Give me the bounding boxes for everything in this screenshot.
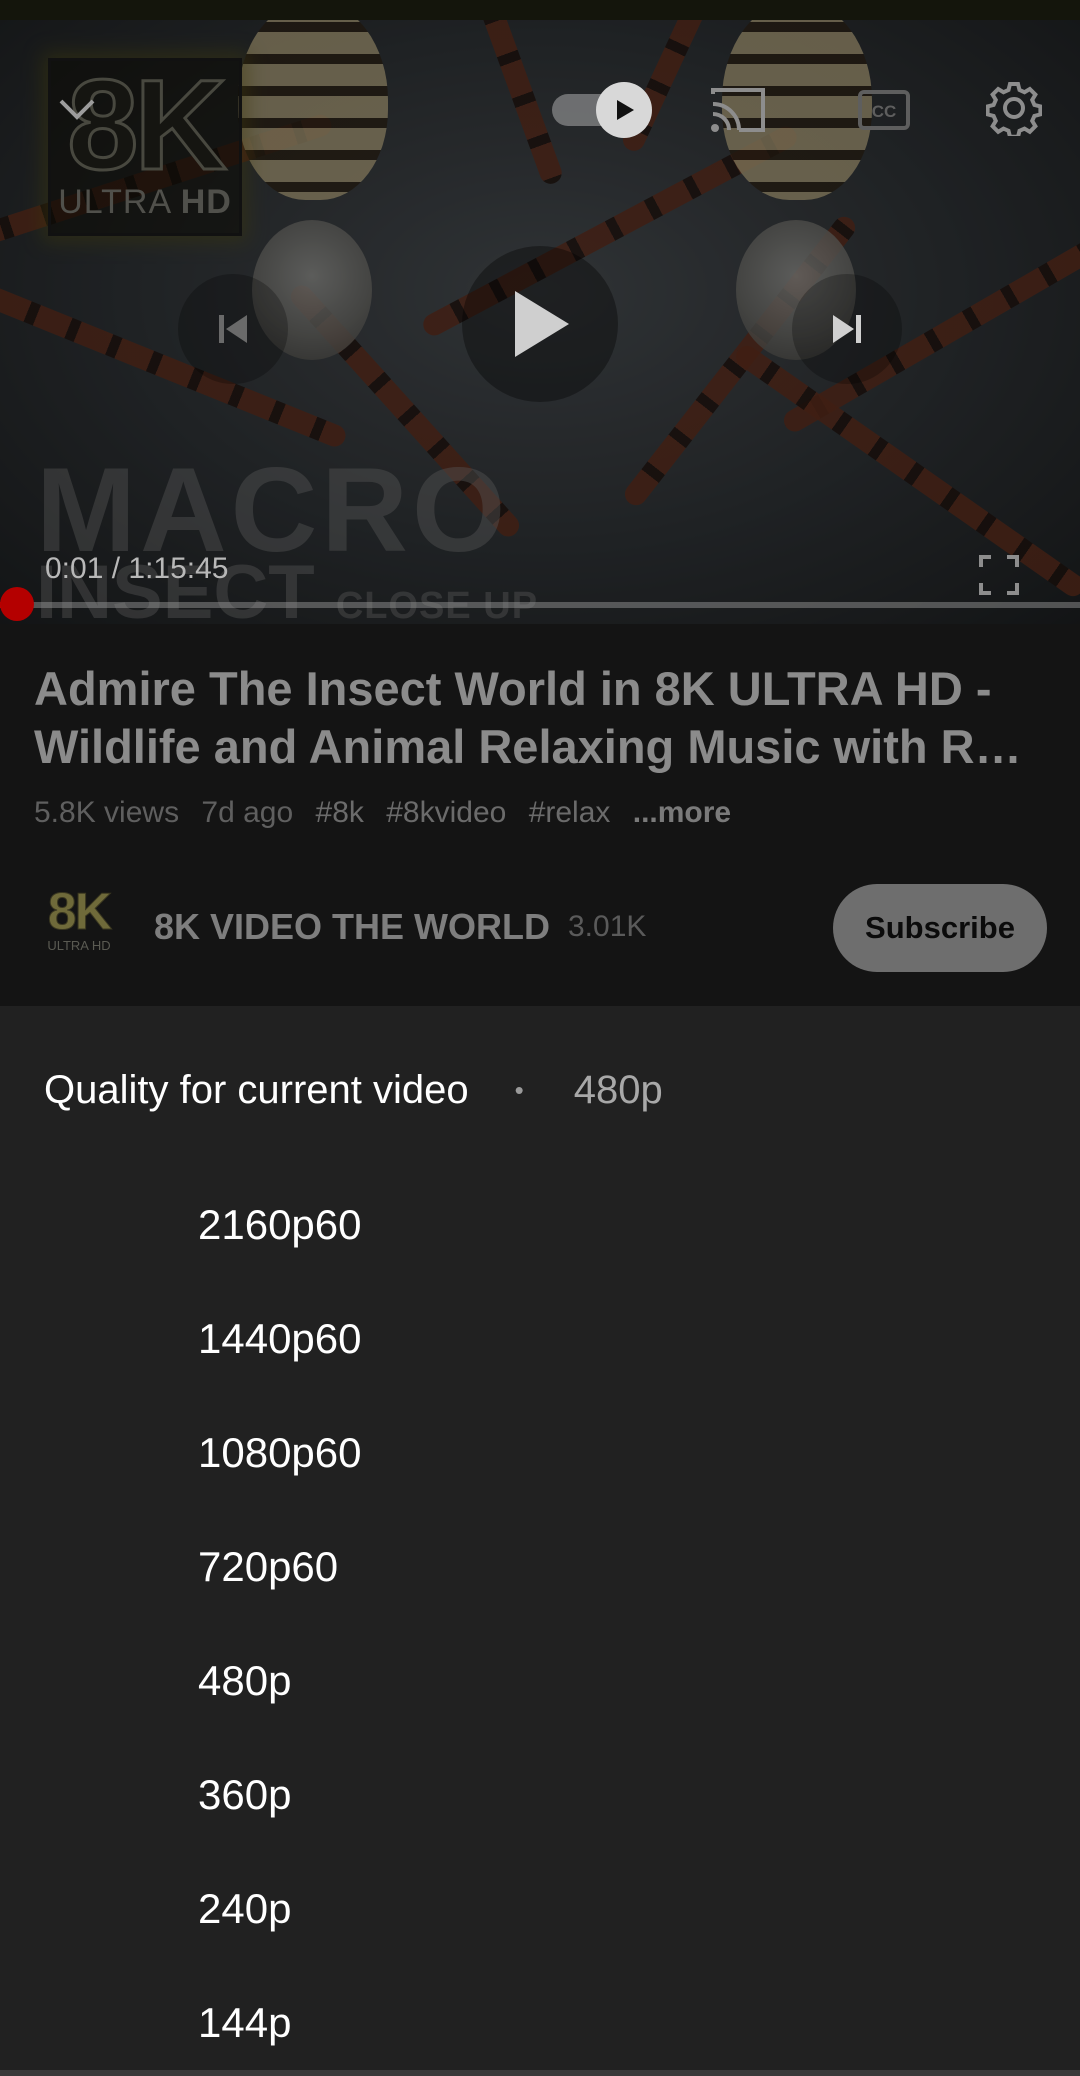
next-button[interactable] <box>792 274 902 384</box>
more-link[interactable]: ...more <box>633 796 731 829</box>
quality-sheet: Quality for current video • 480p 2160p60… <box>0 1006 1080 2070</box>
video-player[interactable]: 8K ULTRA HD MACRO INSECT CLOSE UP CC 0:0… <box>0 20 1080 624</box>
view-count: 5.8K views <box>34 796 180 829</box>
status-strip <box>0 0 1080 20</box>
play-button[interactable] <box>462 246 618 402</box>
svg-text:CC: CC <box>872 102 897 121</box>
video-title[interactable]: Admire The Insect World in 8K ULTRA HD -… <box>34 660 1044 776</box>
scrubber-handle[interactable] <box>0 587 34 621</box>
captions-button[interactable]: CC <box>856 82 912 138</box>
bottom-edge <box>0 2070 1080 2076</box>
current-quality: 480p <box>573 1067 663 1112</box>
quality-option[interactable]: 720p60 <box>0 1512 1080 1622</box>
settings-button[interactable] <box>984 78 1044 138</box>
hashtag[interactable]: #relax <box>529 796 611 829</box>
quality-header: Quality for current video • 480p <box>44 1060 663 1120</box>
quality-option[interactable]: 480p <box>0 1626 1080 1736</box>
playback-time: 0:01 / 1:15:45 <box>45 552 229 585</box>
quality-option[interactable]: 240p <box>0 1854 1080 1964</box>
channel-name[interactable]: 8K VIDEO THE WORLD <box>154 906 550 948</box>
play-icon <box>515 291 569 357</box>
progress-bar[interactable] <box>0 602 1080 608</box>
video-meta[interactable]: 5.8K views 7d ago #8k #8kvideo #relax ..… <box>34 796 745 830</box>
video-title-line-2: Wildlife and Animal Relaxing Music with … <box>34 720 1044 773</box>
autoplay-toggle[interactable] <box>552 82 652 138</box>
gear-icon <box>986 82 1042 136</box>
cast-icon <box>711 88 765 132</box>
subscribe-button[interactable]: Subscribe <box>833 884 1047 972</box>
channel-avatar[interactable]: 8K ULTRA HD <box>40 886 118 964</box>
quality-header-label: Quality for current video <box>44 1067 469 1112</box>
quality-option[interactable]: 1080p60 <box>0 1398 1080 1508</box>
fullscreen-icon <box>979 555 1019 595</box>
quality-option[interactable]: 144p <box>0 1968 1080 2076</box>
hashtag[interactable]: #8k <box>316 796 364 829</box>
previous-button[interactable] <box>178 274 288 384</box>
skip-next-icon <box>833 315 861 343</box>
subscriber-count: 3.01K <box>568 910 647 943</box>
video-info: Admire The Insect World in 8K ULTRA HD -… <box>0 624 1080 1006</box>
quality-option[interactable]: 1440p60 <box>0 1284 1080 1394</box>
separator-dot: • <box>514 1074 524 1105</box>
chevron-down-icon <box>59 99 95 120</box>
closed-captions-icon: CC <box>858 90 910 130</box>
play-icon <box>617 100 634 120</box>
upload-age: 7d ago <box>201 796 294 829</box>
fullscreen-button[interactable] <box>976 552 1022 598</box>
video-title-line-1: Admire The Insect World in 8K ULTRA HD - <box>34 662 992 715</box>
skip-previous-icon <box>219 315 247 343</box>
collapse-button[interactable] <box>50 82 104 136</box>
hashtag[interactable]: #8kvideo <box>386 796 506 829</box>
quality-option[interactable]: 2160p60 <box>0 1170 1080 1280</box>
quality-option[interactable]: 360p <box>0 1740 1080 1850</box>
cast-button[interactable] <box>706 82 770 138</box>
